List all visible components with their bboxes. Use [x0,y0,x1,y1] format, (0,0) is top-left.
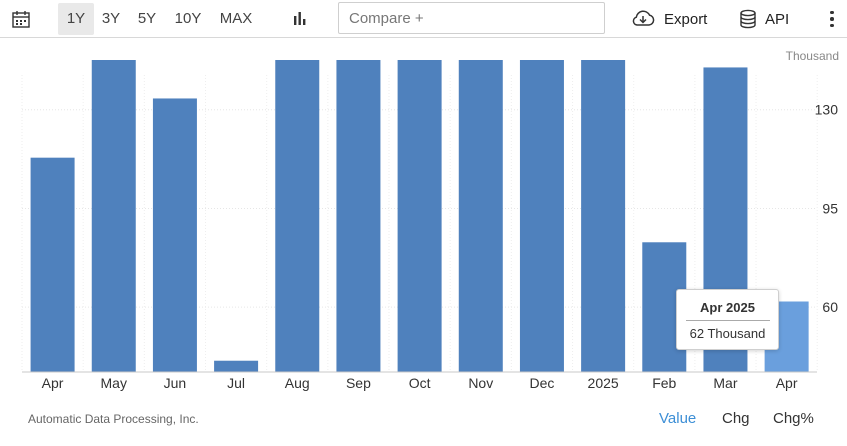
export-button[interactable]: Export [630,3,707,35]
bar[interactable] [30,157,75,372]
x-tick-label: Apr [776,375,798,391]
toolbar: 1Y 3Y 5Y 10Y MAX Export [0,0,847,38]
range-3y-button[interactable]: 3Y [96,3,126,35]
export-label: Export [664,10,708,28]
tooltip-date: Apr 2025 [700,300,755,315]
x-tick-label: Aug [285,375,310,391]
calendar-icon [12,11,30,28]
bar[interactable] [458,60,503,372]
bar[interactable] [152,98,197,373]
compare-input[interactable] [338,2,605,34]
database-icon [740,9,756,29]
source-label: Automatic Data Processing, Inc. [28,412,199,426]
x-tick-label: Oct [409,375,431,391]
y-tick-label: 60 [822,299,838,315]
y-tick-label: 130 [815,102,839,118]
bar[interactable] [397,60,442,372]
api-button[interactable]: API [739,3,789,35]
bar[interactable] [581,60,626,372]
x-tick-label: Nov [468,375,493,391]
y-tick-label: 95 [822,200,838,216]
x-tick-label: Dec [529,375,554,391]
x-tick-label: Feb [652,375,676,391]
x-tick-label: Mar [713,375,737,391]
chg-percent-button[interactable]: Chg% [773,410,814,427]
tooltip-divider [685,320,770,321]
more-vertical-icon [830,10,834,15]
x-tick-label: Jun [164,375,187,391]
bar[interactable] [214,360,259,372]
cloud-download-icon [632,10,655,26]
x-tick-label: May [101,375,127,391]
x-tick-label: Apr [42,375,64,391]
range-1y-button[interactable]: 1Y [58,3,94,35]
range-max-button[interactable]: MAX [214,3,258,35]
chg-button[interactable]: Chg [722,410,750,427]
x-tick-label: 2025 [588,375,619,391]
chart-type-button[interactable] [285,4,315,34]
bar[interactable] [91,60,136,372]
value-button[interactable]: Value [659,410,696,427]
range-10y-button[interactable]: 10Y [168,3,208,35]
chart-widget: 1Y 3Y 5Y 10Y MAX Export [0,0,847,446]
more-options-button[interactable] [822,4,842,34]
bar[interactable] [519,60,564,373]
api-label: API [765,10,790,28]
range-5y-button[interactable]: 5Y [132,3,162,35]
bar[interactable] [275,60,320,373]
chart-tooltip: Apr 2025 62 Thousand [676,289,779,350]
bar[interactable] [336,60,381,372]
tooltip-value: 62 Thousand [689,326,766,341]
x-tick-label: Sep [346,375,371,391]
bar-chart-icon [294,12,306,25]
calendar-button[interactable] [6,4,36,34]
x-tick-label: Jul [227,375,245,391]
